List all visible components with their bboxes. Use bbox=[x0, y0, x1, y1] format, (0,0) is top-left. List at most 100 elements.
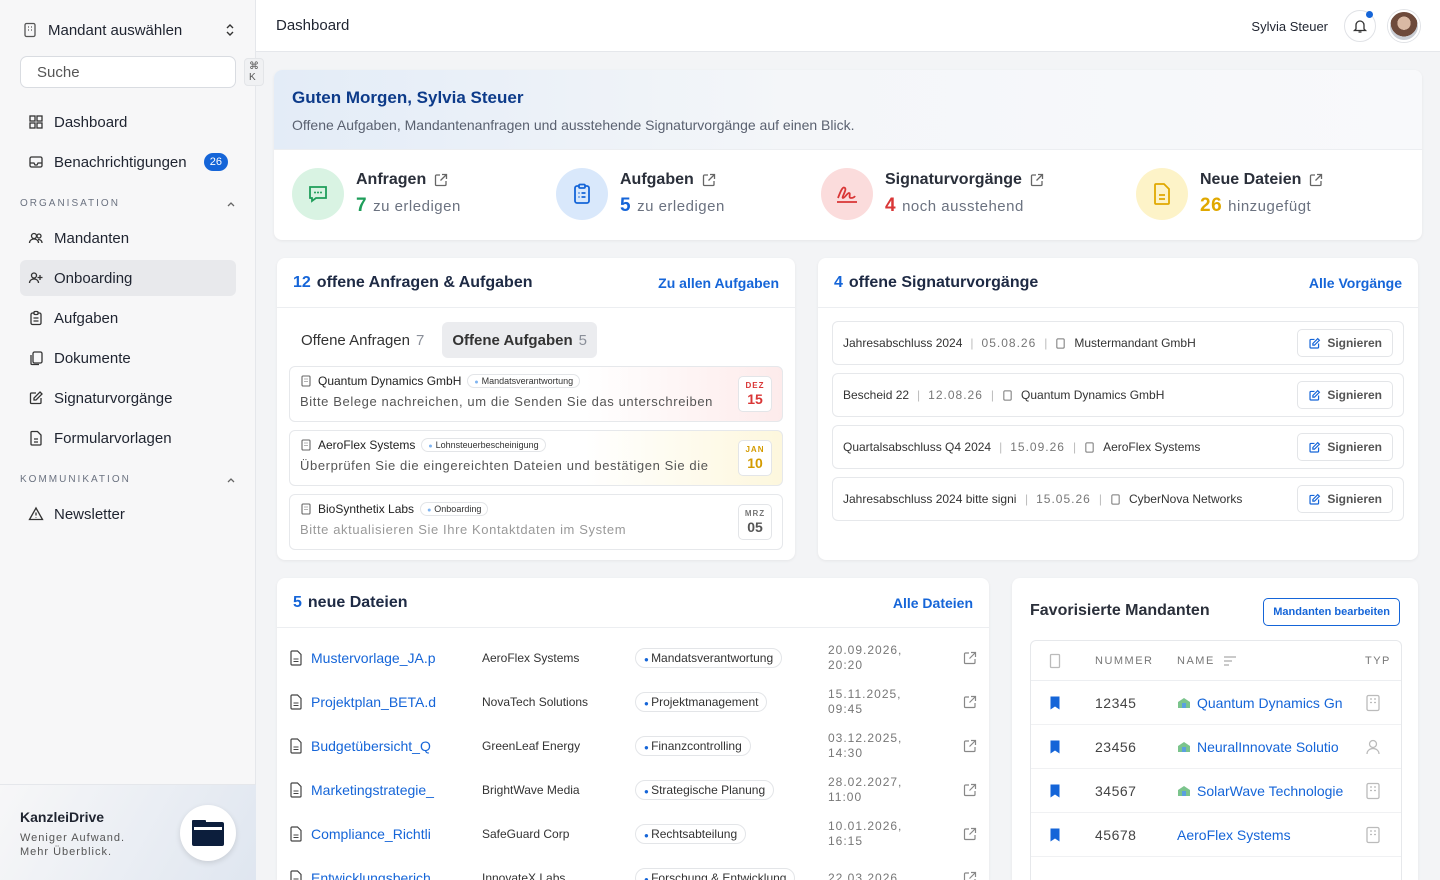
signature-item[interactable]: Jahresabschluss 2024 bitte signier | 15.05… bbox=[832, 477, 1404, 521]
favorite-row[interactable]: 23456 NeuralInnovate Solutio bbox=[1031, 725, 1401, 769]
external-link-icon[interactable] bbox=[434, 173, 448, 187]
nav-dashboard[interactable]: Dashboard bbox=[20, 104, 236, 140]
file-name[interactable]: Entwicklungsberich bbox=[289, 870, 439, 880]
building-color-icon bbox=[1178, 741, 1190, 752]
files-title-text: neue Dateien bbox=[307, 593, 408, 611]
file-row[interactable]: Mustervorlage_JA.p AeroFlex Systems Mand… bbox=[289, 636, 977, 680]
search-input[interactable] bbox=[37, 63, 236, 81]
column-number[interactable]: NUMMER bbox=[1095, 655, 1154, 667]
external-link-icon[interactable] bbox=[1309, 173, 1323, 187]
favorites-table-header: NUMMER NAME TYP bbox=[1031, 641, 1401, 681]
file-name[interactable]: Compliance_Richtli bbox=[289, 826, 439, 842]
stat-suffix: zu erledigen bbox=[637, 198, 725, 215]
file-category: Finanzcontrolling bbox=[635, 736, 751, 756]
stat-anfragen[interactable]: Anfragen 7 zu erledigen bbox=[292, 168, 461, 220]
file-name[interactable]: Marketingstrategie_ bbox=[289, 782, 439, 798]
signature-name: Jahresabschluss 2024 bitte signier bbox=[843, 492, 1017, 506]
request-item[interactable]: Quantum Dynamics GmbH Mandatsverantwortun… bbox=[289, 366, 783, 422]
favorite-row[interactable]: 34567 SolarWave Technologie bbox=[1031, 769, 1401, 813]
client-name[interactable]: NeuralInnovate Solutio bbox=[1177, 739, 1351, 755]
sign-button[interactable]: Signieren bbox=[1297, 485, 1393, 513]
section-kommunikation[interactable]: KOMMUNIKATION bbox=[20, 474, 236, 485]
request-item[interactable]: AeroFlex SystemsLohnsteuerbescheinigung … bbox=[289, 430, 783, 486]
file-date-time: 09:45 bbox=[828, 702, 864, 716]
clipboard-icon bbox=[30, 310, 42, 326]
edit-clients-button[interactable]: Mandanten bearbeiten bbox=[1263, 598, 1400, 626]
all-tasks-link[interactable]: Zu allen Aufgaben bbox=[658, 275, 779, 291]
tab-offene-aufgaben[interactable]: Offene Aufgaben 5 bbox=[442, 322, 597, 358]
separator: | bbox=[970, 336, 974, 350]
file-name[interactable]: Budgetübersicht_Q bbox=[289, 738, 439, 754]
request-date-badge: JAN 10 bbox=[738, 440, 772, 476]
client-name[interactable]: Quantum Dynamics Gn bbox=[1177, 695, 1351, 711]
sign-button[interactable]: Signieren bbox=[1297, 329, 1393, 357]
section-organisation[interactable]: ORGANISATION bbox=[20, 198, 236, 209]
section-label: ORGANISATION bbox=[20, 198, 120, 209]
favorite-row[interactable]: 45678 AeroFlex Systems bbox=[1031, 813, 1401, 857]
user-name[interactable]: Sylvia Steuer bbox=[1251, 19, 1328, 34]
signature-item[interactable]: Bescheid 22 | 12.08.26 | Quantum Dynamics G… bbox=[832, 373, 1404, 417]
signatures-count: 4 bbox=[834, 273, 843, 291]
external-link-icon[interactable] bbox=[1030, 173, 1044, 187]
external-link-icon[interactable] bbox=[702, 173, 716, 187]
file-date-day: 15.11.2025, bbox=[828, 687, 902, 701]
nav-aufgaben[interactable]: Aufgaben bbox=[20, 300, 236, 336]
request-date-badge: DEZ 15 bbox=[738, 376, 772, 412]
request-item[interactable]: BioSynthetix Labs Onboarding Bitte aktual… bbox=[289, 494, 783, 550]
folder-icon bbox=[192, 820, 224, 846]
welcome-hero: Guten Morgen, Sylvia Steuer Offene Aufga… bbox=[274, 70, 1422, 150]
nav-onboarding[interactable]: Onboarding bbox=[20, 260, 236, 296]
search-box[interactable]: ⌘ K bbox=[20, 56, 264, 88]
notifications-button[interactable] bbox=[1344, 10, 1376, 42]
nav-signaturvorgaenge[interactable]: Signaturvorgänge bbox=[20, 380, 236, 416]
nav-formularvorlagen[interactable]: Formularvorlagen bbox=[20, 420, 236, 456]
request-day: 10 bbox=[747, 455, 763, 471]
favorite-row[interactable]: 12345 Quantum Dynamics Gn bbox=[1031, 681, 1401, 725]
avatar[interactable] bbox=[1388, 10, 1420, 42]
column-name[interactable]: NAME bbox=[1177, 655, 1237, 667]
stat-aufgaben[interactable]: Aufgaben 5 zu erledigen bbox=[556, 168, 725, 220]
external-link-icon[interactable] bbox=[963, 739, 977, 753]
client-select[interactable]: Mandant auswählen bbox=[20, 16, 236, 44]
signature-item[interactable]: Jahresabschluss 2024 | 05.08.26 | Musterman… bbox=[832, 321, 1404, 365]
file-row[interactable]: Marketingstrategie_ BrightWave Media Str… bbox=[289, 768, 977, 812]
nav-notifications[interactable]: Benachrichtigungen 26 bbox=[20, 144, 236, 180]
tab-offene-anfragen[interactable]: Offene Anfragen 7 bbox=[291, 322, 434, 358]
nav-newsletter[interactable]: Newsletter bbox=[20, 496, 236, 532]
external-link-icon[interactable] bbox=[963, 827, 977, 841]
file-row[interactable]: Projektplan_BETA.d NovaTech Solutions Pr… bbox=[289, 680, 977, 724]
client-number: 23456 bbox=[1095, 738, 1137, 755]
stat-signaturvorgaenge[interactable]: Signaturvorgänge 4 noch ausstehend bbox=[821, 168, 1044, 220]
bookmark-icon[interactable] bbox=[1049, 827, 1061, 843]
file-row[interactable]: Entwicklungsberich InnovateX Labs Forsch… bbox=[289, 856, 977, 880]
stat-suffix: hinzugefügt bbox=[1228, 198, 1312, 215]
nav-dokumente[interactable]: Dokumente bbox=[20, 340, 236, 376]
bookmark-icon[interactable] bbox=[1049, 783, 1061, 799]
file-row[interactable]: Budgetübersicht_Q GreenLeaf Energy Finan… bbox=[289, 724, 977, 768]
client-name[interactable]: AeroFlex Systems bbox=[1177, 827, 1351, 843]
signature-item[interactable]: Quartalsabschluss Q4 2024 | 15.09.26 | Aero… bbox=[832, 425, 1404, 469]
file-name[interactable]: Mustervorlage_JA.p bbox=[289, 650, 439, 666]
bookmark-icon[interactable] bbox=[1049, 739, 1061, 755]
file-name[interactable]: Projektplan_BETA.d bbox=[289, 694, 439, 710]
bookmark-outline-icon[interactable] bbox=[1049, 653, 1061, 669]
file-name-text: Budgetübersicht_Q bbox=[311, 738, 431, 754]
stat-neue-dateien[interactable]: Neue Dateien 26 hinzugefügt bbox=[1136, 168, 1323, 220]
external-link-icon[interactable] bbox=[963, 871, 977, 880]
bookmark-icon[interactable] bbox=[1049, 695, 1061, 711]
file-row[interactable]: Compliance_Richtli SafeGuard Corp Rechts… bbox=[289, 812, 977, 856]
client-select-label: Mandant auswählen bbox=[48, 21, 183, 39]
nav-mandanten[interactable]: Mandanten bbox=[20, 220, 236, 256]
column-type[interactable]: TYP bbox=[1365, 655, 1391, 667]
external-link-icon[interactable] bbox=[963, 783, 977, 797]
sign-button[interactable]: Signieren bbox=[1297, 381, 1393, 409]
file-date-day: 20.09.2026, bbox=[828, 643, 903, 657]
external-link-icon[interactable] bbox=[963, 651, 977, 665]
sign-button[interactable]: Signieren bbox=[1297, 433, 1393, 461]
stat-title-text: Anfragen bbox=[356, 171, 427, 188]
external-link-icon[interactable] bbox=[963, 695, 977, 709]
all-processes-link[interactable]: Alle Vorgänge bbox=[1309, 275, 1402, 291]
all-files-link[interactable]: Alle Dateien bbox=[893, 595, 973, 611]
client-name[interactable]: SolarWave Technologie bbox=[1177, 783, 1351, 799]
warning-icon bbox=[28, 506, 44, 521]
